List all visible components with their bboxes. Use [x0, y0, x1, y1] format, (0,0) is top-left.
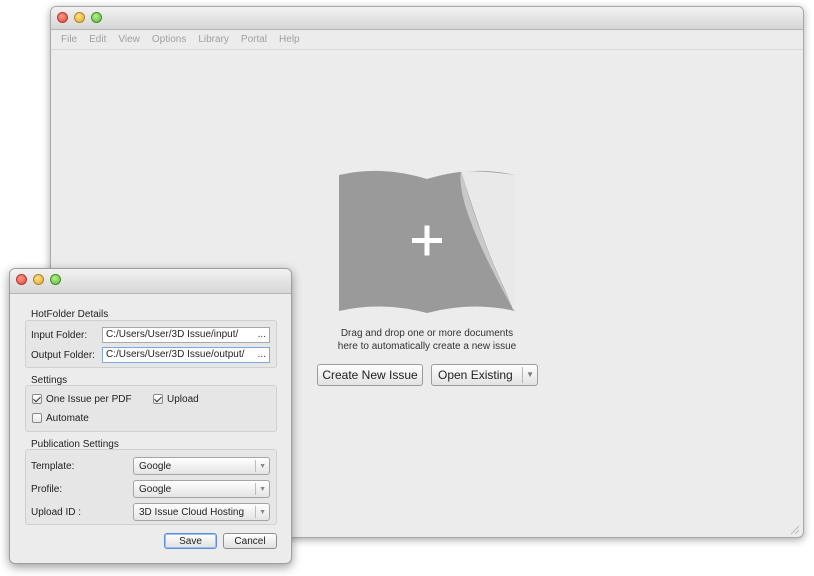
menu-portal[interactable]: Portal [235, 34, 273, 45]
upload-id-label: Upload ID : [31, 507, 82, 518]
drop-text-line-2: here to automatically create a new issue [337, 341, 517, 352]
hotfolder-dialog: HotFolder Details Input Folder: C:/Users… [9, 268, 292, 564]
zoom-dot-icon[interactable] [91, 12, 102, 23]
chevron-down-icon: ▼ [259, 486, 266, 493]
button-divider [522, 367, 523, 383]
close-dot-icon[interactable] [16, 274, 27, 285]
select-divider [255, 483, 256, 495]
dialog-window-controls [16, 274, 61, 285]
menubar: File Edit View Options Library Portal He… [51, 30, 803, 50]
menu-file[interactable]: File [55, 34, 83, 45]
close-dot-icon[interactable] [57, 12, 68, 23]
menu-view[interactable]: View [112, 34, 146, 45]
window-controls [57, 12, 102, 23]
automate-checkbox[interactable] [32, 413, 42, 423]
upload-id-value: 3D Issue Cloud Hosting [139, 507, 245, 518]
one-issue-per-pdf-checkbox[interactable] [32, 394, 42, 404]
menu-library[interactable]: Library [192, 34, 235, 45]
main-titlebar[interactable] [51, 7, 803, 30]
open-existing-label: Open Existing [438, 368, 513, 382]
profile-select[interactable]: Google ▼ [133, 480, 270, 498]
open-existing-button[interactable]: Open Existing ▼ [431, 364, 538, 386]
cancel-button[interactable]: Cancel [223, 533, 277, 549]
upload-checkbox[interactable] [153, 394, 163, 404]
output-folder-label: Output Folder: [31, 350, 95, 361]
chevron-down-icon: ▼ [259, 463, 266, 470]
dialog-titlebar[interactable] [10, 269, 291, 294]
template-value: Google [139, 461, 172, 472]
zoom-dot-icon[interactable] [50, 274, 61, 285]
drop-instructions: Drag and drop one or more documents here… [287, 327, 567, 353]
template-select[interactable]: Google ▼ [133, 457, 270, 475]
save-button[interactable]: Save [164, 533, 217, 549]
input-folder-value: C:/Users/User/3D Issue/input/ [106, 329, 239, 340]
chevron-down-icon[interactable]: ▼ [526, 370, 534, 379]
profile-value: Google [139, 484, 172, 495]
create-new-issue-button[interactable]: Create New Issue [317, 364, 423, 386]
settings-group [25, 385, 277, 432]
upload-label: Upload [167, 394, 199, 405]
automate-label: Automate [46, 413, 89, 424]
one-issue-per-pdf-label: One Issue per PDF [46, 394, 132, 405]
template-label: Template: [31, 461, 75, 472]
upload-id-select[interactable]: 3D Issue Cloud Hosting ▼ [133, 503, 270, 521]
input-folder-field[interactable]: C:/Users/User/3D Issue/input/ ... [102, 327, 270, 343]
input-folder-label: Input Folder: [31, 330, 88, 341]
minimize-dot-icon[interactable] [33, 274, 44, 285]
output-folder-value: C:/Users/User/3D Issue/output/ [106, 349, 245, 360]
select-divider [255, 506, 256, 518]
menu-help[interactable]: Help [273, 34, 306, 45]
minimize-dot-icon[interactable] [74, 12, 85, 23]
output-folder-field[interactable]: C:/Users/User/3D Issue/output/ ... [102, 347, 270, 363]
open-book-plus-icon[interactable] [337, 165, 517, 315]
select-divider [255, 460, 256, 472]
menu-edit[interactable]: Edit [83, 34, 112, 45]
resize-grip-icon[interactable] [789, 524, 799, 534]
menu-options[interactable]: Options [146, 34, 192, 45]
hotfolder-details-title: HotFolder Details [31, 309, 109, 320]
browse-output-button[interactable]: ... [258, 349, 266, 361]
drop-text-line-1: Drag and drop one or more documents [340, 328, 514, 339]
chevron-down-icon: ▼ [259, 509, 266, 516]
browse-input-button[interactable]: ... [258, 329, 266, 341]
profile-label: Profile: [31, 484, 63, 495]
